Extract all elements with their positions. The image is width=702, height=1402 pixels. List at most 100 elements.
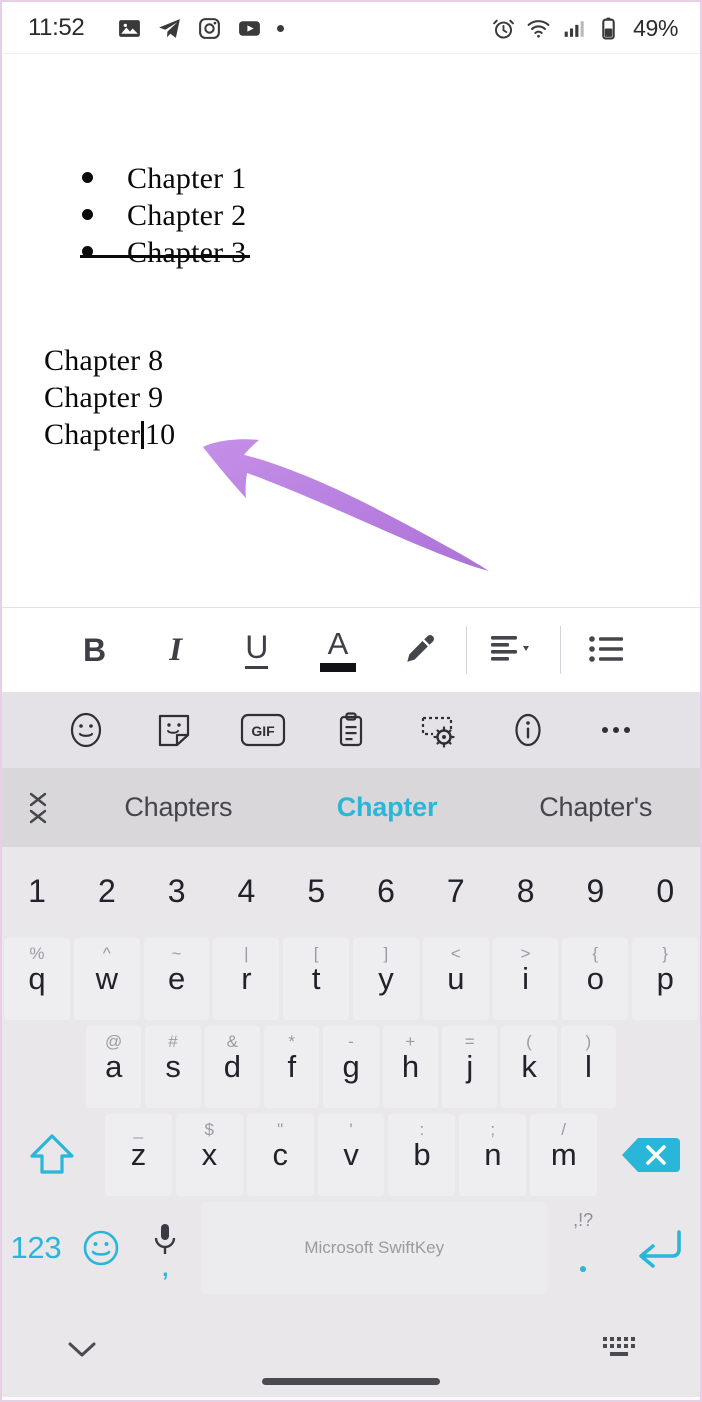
more-notifications-dot [277, 24, 285, 32]
keyboard-row-home: @ a # s & d * f -g + h = j (k ) l [2, 1023, 700, 1111]
key-c[interactable]: " c [246, 1114, 314, 1196]
period-key[interactable]: ,!? [551, 1202, 615, 1294]
list-item[interactable]: Chapter 1 [82, 162, 246, 199]
battery-percent: 49% [633, 14, 678, 41]
key-v[interactable]: ' v [317, 1114, 385, 1196]
theme-settings-icon [422, 716, 455, 748]
info-button[interactable] [483, 692, 571, 768]
emoji-key[interactable] [72, 1202, 130, 1294]
status-clock: 11:52 [28, 14, 85, 41]
emoji-panel-button[interactable] [42, 692, 130, 768]
theme-settings-button[interactable] [395, 692, 483, 768]
underline-button[interactable]: U [216, 608, 297, 692]
enter-key[interactable] [619, 1202, 698, 1294]
key-w[interactable]: ^ w [73, 938, 140, 1020]
italic-button[interactable]: I [135, 608, 216, 692]
key-o[interactable]: {o [562, 938, 629, 1020]
toolbar-divider [559, 626, 561, 674]
key-z[interactable]: _ z [104, 1114, 172, 1196]
key-u[interactable]: < u [422, 938, 489, 1020]
microphone-icon [155, 1224, 176, 1254]
svg-text:GIF: GIF [251, 723, 275, 739]
key-p[interactable]: } p [632, 938, 698, 1020]
list-item[interactable]: Chapter 8 [42, 342, 175, 379]
key-2[interactable]: 2 [74, 850, 140, 932]
key-k[interactable]: (k [501, 1026, 557, 1108]
bullet-list-icon [589, 636, 624, 662]
list-item[interactable]: Chapter 9 [42, 379, 175, 416]
key-s[interactable]: # s [145, 1026, 201, 1108]
key-g[interactable]: -g [323, 1026, 379, 1108]
highlighter-pen-icon [407, 634, 435, 662]
text-color-button[interactable]: A [297, 608, 378, 692]
numeric-mode-key[interactable]: 123 [4, 1202, 68, 1294]
collapse-predictions-button[interactable] [2, 788, 74, 828]
key-x[interactable]: $ x [175, 1114, 243, 1196]
youtube-icon [239, 20, 261, 36]
key-8[interactable]: 8 [493, 850, 559, 932]
emoji-smiley-icon [83, 1230, 118, 1266]
keyboard-row-qwerty: % q ^ w ~ e | r [t ] y < u > i {o } p [2, 935, 700, 1023]
keyboard-row-space: 123 , Microsoft SwiftKey ,!? [2, 1199, 700, 1297]
key-e[interactable]: ~ e [143, 938, 210, 1020]
switch-keyboard-button[interactable] [540, 1334, 700, 1364]
more-options-button[interactable] [572, 692, 660, 768]
key-1[interactable]: 1 [4, 850, 70, 932]
list-item-struck[interactable]: Chapter 3 [79, 236, 251, 273]
key-t[interactable]: [t [283, 938, 349, 1020]
list-item-label-after-caret: 10 [144, 417, 176, 451]
enter-arrow-icon [638, 1230, 681, 1268]
key-3[interactable]: 3 [144, 850, 210, 932]
key-4[interactable]: 4 [213, 850, 279, 932]
navigation-bar [2, 1301, 700, 1397]
key-j[interactable]: = j [441, 1026, 498, 1108]
gif-button[interactable]: GIF [219, 692, 307, 768]
prediction-candidate-2[interactable]: Chapter [283, 792, 492, 823]
key-f[interactable]: * f [263, 1026, 320, 1108]
align-button[interactable] [473, 608, 554, 692]
key-m[interactable]: / m [530, 1114, 598, 1196]
list-item[interactable]: Chapter 2 [82, 199, 246, 236]
key-h[interactable]: + h [382, 1026, 438, 1108]
chevron-down-icon [68, 1342, 96, 1357]
voice-input-key[interactable]: , [133, 1202, 197, 1294]
space-key[interactable]: Microsoft SwiftKey [201, 1202, 548, 1294]
toolbar-divider [465, 626, 467, 674]
key-b[interactable]: :b [388, 1114, 456, 1196]
shift-key[interactable] [4, 1114, 101, 1196]
underline-button-label: U [245, 631, 269, 669]
highlighter-button[interactable] [379, 608, 460, 692]
gesture-home-pill[interactable] [262, 1378, 440, 1385]
key-y[interactable]: ] y [352, 938, 419, 1020]
battery-icon [602, 17, 615, 39]
text-color-button-label: A [327, 626, 349, 661]
key-l[interactable]: ) l [560, 1026, 617, 1108]
key-5[interactable]: 5 [283, 850, 349, 932]
key-d[interactable]: & d [204, 1026, 260, 1108]
bulleted-list[interactable]: Chapter 1 Chapter 2 Chapter 3 [79, 162, 251, 273]
bullet-list-button[interactable] [567, 608, 648, 692]
keyboard-rows: 1 2 3 4 5 6 7 8 9 0 % q ^ w ~ e | r [t ] y < u… [2, 847, 700, 1301]
bold-button[interactable]: B [54, 608, 135, 692]
key-n[interactable]: ; n [459, 1114, 527, 1196]
sticker-button[interactable] [130, 692, 218, 768]
document-canvas[interactable]: Chapter 1 Chapter 2 Chapter 3 Chapter 8 … [2, 54, 700, 607]
clipboard-button[interactable] [307, 692, 395, 768]
gallery-icon [119, 19, 141, 37]
key-7[interactable]: 7 [423, 850, 489, 932]
key-6[interactable]: 6 [353, 850, 419, 932]
key-i[interactable]: > i [492, 938, 559, 1020]
key-0[interactable]: 0 [632, 850, 698, 932]
bullet-icon [82, 246, 93, 257]
hide-keyboard-button[interactable] [2, 1337, 162, 1361]
list-item-editing[interactable]: Chapter 10 [42, 416, 175, 453]
key-9[interactable]: 9 [562, 850, 628, 932]
backspace-key[interactable] [601, 1114, 698, 1196]
period-key-sub-label: ,!? [573, 1210, 594, 1230]
prediction-candidate-3[interactable]: Chapter's [491, 792, 700, 823]
prediction-candidate-1[interactable]: Chapters [74, 792, 283, 823]
emoji-checklist[interactable]: Chapter 8 Chapter 9 Chapter 10 [42, 342, 175, 453]
key-a[interactable]: @ a [85, 1026, 142, 1108]
key-q[interactable]: % q [4, 938, 70, 1020]
key-r[interactable]: | r [213, 938, 280, 1020]
